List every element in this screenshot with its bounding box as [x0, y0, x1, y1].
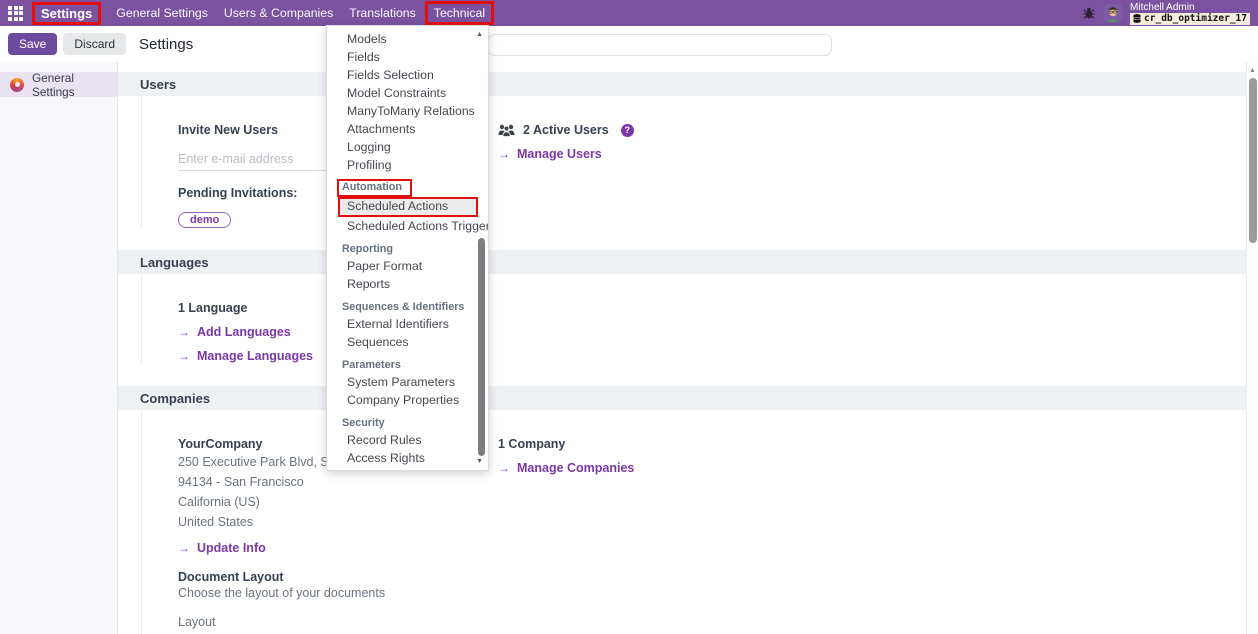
menu-item-models[interactable]: Models	[327, 30, 488, 48]
languages-section: 1 Language → Add Languages → Manage Lang…	[118, 274, 1246, 386]
help-icon[interactable]: ?	[621, 124, 634, 137]
menu-group-reporting: Reporting	[327, 241, 488, 257]
dropdown-scroll-up-icon[interactable]: ▲	[476, 31, 483, 38]
menu-item-reports[interactable]: Reports	[327, 275, 488, 293]
settings-main: Users Invite New Users Pending Invitatio…	[118, 62, 1246, 634]
settings-sidebar: General Settings	[0, 62, 118, 634]
pending-invitation-badge[interactable]: demo	[178, 212, 231, 228]
arrow-icon: →	[178, 349, 190, 363]
menu-item-model-constraints[interactable]: Model Constraints	[327, 84, 488, 102]
arrow-icon: →	[498, 147, 510, 161]
user-name: Mitchell Admin	[1130, 2, 1250, 13]
settings-search-input[interactable]	[488, 34, 832, 56]
users-section: Invite New Users Pending Invitations: de…	[118, 96, 1246, 250]
menu-item-external-identifiers[interactable]: External Identifiers	[327, 315, 488, 333]
manage-users-link[interactable]: → Manage Users	[498, 147, 634, 161]
menu-item-fields-selection[interactable]: Fields Selection	[327, 66, 488, 84]
menu-general-settings[interactable]: General Settings	[109, 4, 215, 22]
arrow-icon: →	[498, 461, 510, 475]
sidebar-item-label: General Settings	[32, 71, 117, 99]
technical-dropdown-menu: Models Fields Fields Selection Model Con…	[326, 25, 489, 471]
odoo-settings-screen: Settings General Settings Users & Compan…	[0, 0, 1258, 634]
menu-item-scheduled-actions-triggers[interactable]: Scheduled Actions Triggers	[327, 217, 488, 235]
menu-group-parameters: Parameters	[327, 357, 488, 373]
menu-item-attachments[interactable]: Attachments	[327, 120, 488, 138]
section-header-users: Users	[118, 72, 1246, 96]
menu-item-paper-format[interactable]: Paper Format	[327, 257, 488, 275]
layout-label: Layout	[178, 615, 1246, 629]
document-layout-title: Document Layout	[178, 570, 1246, 584]
menu-item-profiling[interactable]: Profiling	[327, 156, 488, 174]
topbar-right: Mitchell Admin cr_db_optimizer_17	[1082, 2, 1250, 25]
arrow-icon: →	[178, 541, 190, 555]
menu-item-record-rules[interactable]: Record Rules	[327, 431, 488, 449]
debug-bug-icon[interactable]	[1082, 6, 1096, 20]
document-layout-desc: Choose the layout of your documents	[178, 586, 1246, 600]
database-icon	[1133, 14, 1141, 23]
dropdown-scrollbar-thumb[interactable]	[478, 238, 485, 456]
database-name: cr_db_optimizer_17	[1144, 13, 1247, 24]
menu-technical[interactable]: Technical	[425, 1, 494, 25]
companies-section: YourCompany 250 Executive Park Blvd, Sui…	[118, 410, 1246, 634]
body-area: General Settings Users Invite New Users …	[0, 62, 1246, 634]
menu-item-manytomany-relations[interactable]: ManyToMany Relations	[327, 102, 488, 120]
menu-group-sequences-identifiers: Sequences & Identifiers	[327, 299, 488, 315]
menu-translations[interactable]: Translations	[342, 4, 423, 22]
manage-companies-link[interactable]: → Manage Companies	[498, 461, 634, 475]
company-address-line: United States	[178, 514, 498, 531]
menu-item-fields[interactable]: Fields	[327, 48, 488, 66]
save-button[interactable]: Save	[8, 33, 57, 55]
scrollbar-up-arrow[interactable]: ▲	[1247, 62, 1258, 74]
apps-grid-icon[interactable]	[8, 6, 23, 21]
workspace: Save Discard Settings General Settings U…	[0, 26, 1258, 634]
sidebar-item-general-settings[interactable]: General Settings	[0, 72, 117, 97]
users-group-icon	[498, 123, 515, 137]
menu-group-automation: Automation	[337, 179, 412, 197]
menu-item-system-parameters[interactable]: System Parameters	[327, 373, 488, 391]
arrow-icon: →	[178, 325, 190, 339]
dropdown-scroll-down-icon[interactable]: ▼	[476, 458, 483, 465]
topbar-menus: General Settings Users & Companies Trans…	[109, 1, 496, 25]
scrollbar-thumb[interactable]	[1249, 78, 1257, 243]
discard-button[interactable]: Discard	[63, 33, 126, 55]
company-count: 1 Company	[498, 437, 634, 451]
update-info-link[interactable]: → Update Info	[178, 541, 498, 555]
active-users-count: 2 Active Users	[523, 123, 609, 137]
section-header-companies: Companies	[118, 386, 1246, 410]
control-panel: Save Discard Settings	[0, 26, 1258, 62]
menu-item-company-properties[interactable]: Company Properties	[327, 391, 488, 409]
menu-item-scheduled-actions[interactable]: Scheduled Actions	[338, 197, 478, 217]
user-avatar[interactable]	[1104, 4, 1122, 22]
menu-group-security: Security	[327, 415, 488, 431]
page-scrollbar[interactable]: ▲	[1246, 62, 1258, 634]
menu-item-sequences[interactable]: Sequences	[327, 333, 488, 351]
section-header-languages: Languages	[118, 250, 1246, 274]
menu-item-logging[interactable]: Logging	[327, 138, 488, 156]
general-settings-icon	[10, 78, 24, 92]
company-address-line: California (US)	[178, 494, 498, 511]
topbar: Settings General Settings Users & Compan…	[0, 0, 1258, 26]
app-name-settings[interactable]: Settings	[32, 2, 101, 25]
breadcrumb-title: Settings	[139, 36, 193, 53]
menu-users-companies[interactable]: Users & Companies	[217, 4, 340, 22]
menu-item-access-rights[interactable]: Access Rights	[327, 449, 488, 467]
company-address-line: 94134 - San Francisco	[178, 474, 498, 491]
user-menu[interactable]: Mitchell Admin cr_db_optimizer_17	[1130, 2, 1250, 25]
database-badge: cr_db_optimizer_17	[1130, 13, 1250, 25]
